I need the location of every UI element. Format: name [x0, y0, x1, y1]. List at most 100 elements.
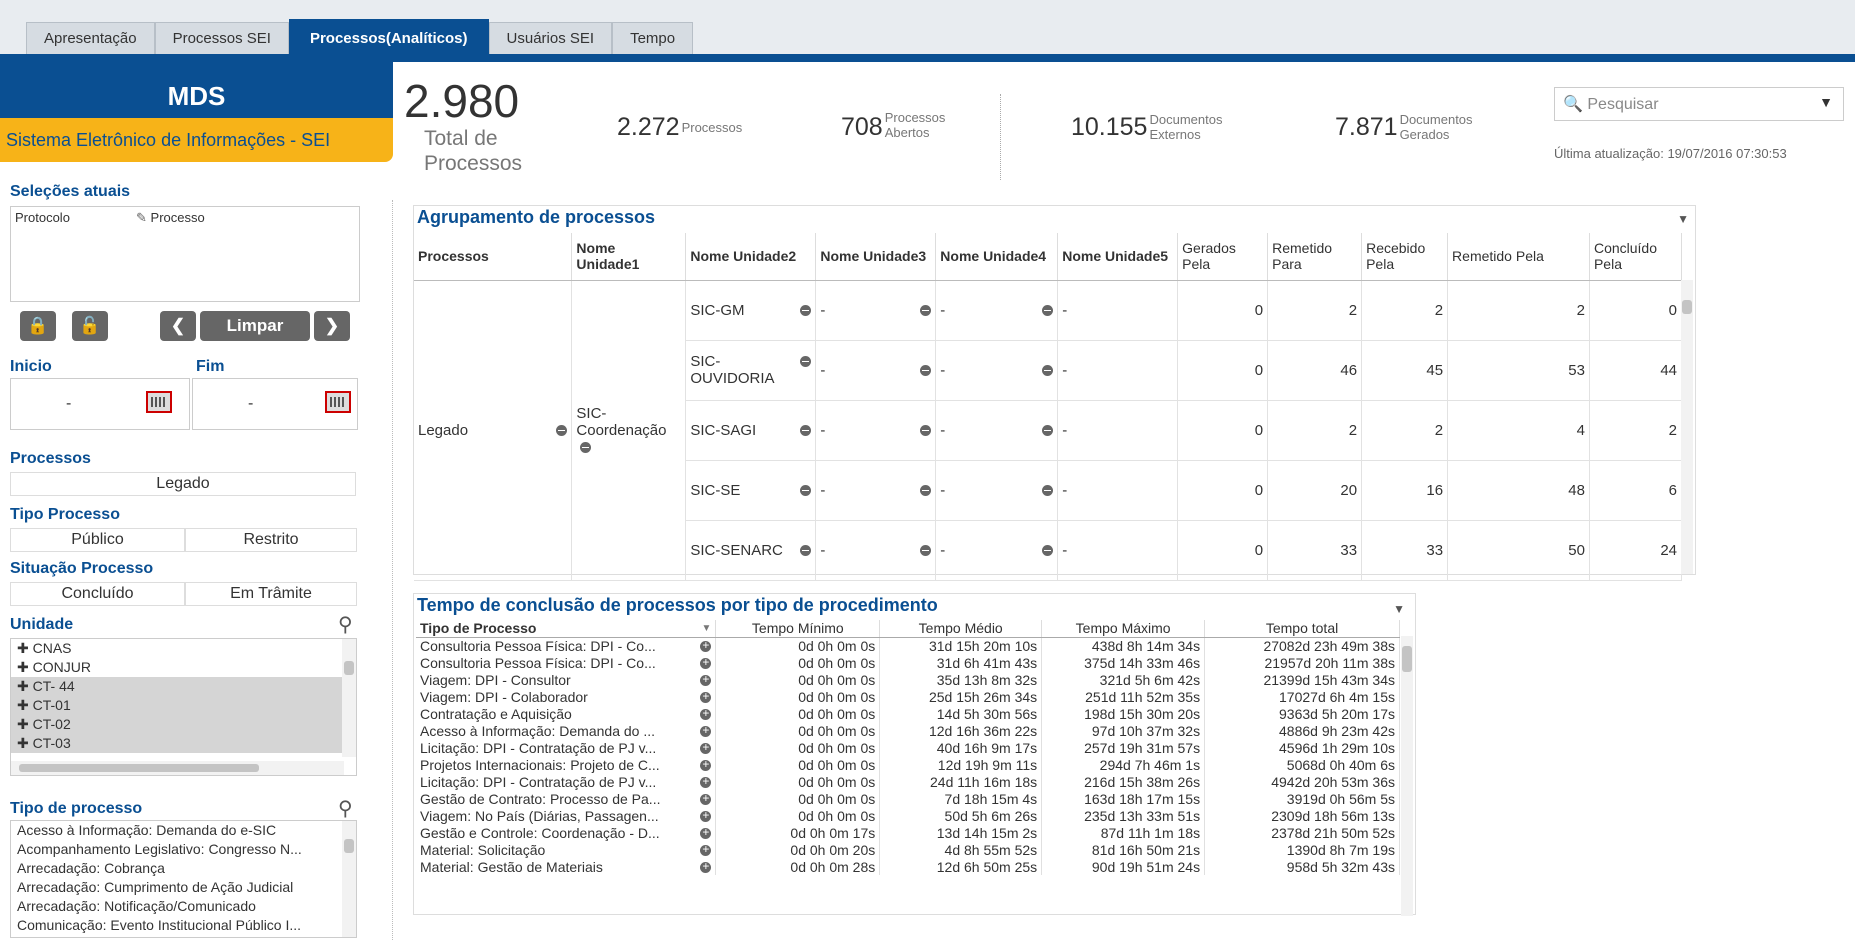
list-item[interactable]: ✚ CNAS: [11, 639, 356, 658]
collapse-icon[interactable]: [800, 304, 812, 316]
expand-icon[interactable]: [700, 723, 712, 737]
expand-icon[interactable]: [700, 842, 712, 856]
table-row[interactable]: Gestão de Contrato: Processo de Pa... 0d …: [416, 790, 1400, 807]
unidade3-cell[interactable]: -: [815, 460, 937, 521]
table-row[interactable]: Contratação e Aquisição 0d 0h 0m 0s14d 5h…: [416, 705, 1400, 722]
unidade4-cell[interactable]: -: [935, 280, 1059, 341]
expand-icon[interactable]: [700, 655, 712, 669]
column-header[interactable]: Recebido Pela: [1361, 233, 1449, 281]
column-header[interactable]: Nome Unidade4: [935, 233, 1059, 281]
collapse-icon[interactable]: [920, 484, 932, 496]
list-item[interactable]: ✚ CT-02: [11, 715, 356, 734]
table-row[interactable]: Consultoria Pessoa Física: DPI - Co... 0d…: [416, 637, 1400, 654]
list-item[interactable]: Comunicação: Evento Institucional Públic…: [11, 916, 356, 935]
clear-button[interactable]: Limpar: [200, 311, 310, 341]
unidade5-cell[interactable]: -: [1057, 280, 1179, 341]
unidade5-cell[interactable]: -: [1057, 460, 1179, 521]
table-row[interactable]: Licitação: DPI - Contratação de PJ v... 0…: [416, 739, 1400, 756]
unidade5-cell[interactable]: -: [1057, 400, 1179, 461]
table-row[interactable]: Viagem: DPI - Consultor 0d 0h 0m 0s35d 13…: [416, 671, 1400, 688]
column-header[interactable]: Tipo de Processo ▼: [416, 620, 717, 638]
list-item[interactable]: ✚ CT-01: [11, 696, 356, 715]
tab-apresentacao[interactable]: Apresentação: [26, 22, 155, 54]
column-header[interactable]: Processos: [414, 233, 573, 281]
collapse-icon[interactable]: [1042, 544, 1054, 556]
panel-menu-icon[interactable]: ▼: [1677, 212, 1689, 226]
collapse-icon[interactable]: [800, 484, 812, 496]
column-header[interactable]: Nome Unidade2: [685, 233, 817, 281]
expand-icon[interactable]: [700, 672, 712, 686]
column-header[interactable]: Concluído Pela: [1589, 233, 1683, 281]
lock-button[interactable]: 🔒: [20, 311, 56, 341]
unidade4-cell[interactable]: -: [935, 460, 1059, 521]
unidade2-cell[interactable]: SIC-SENARC: [685, 520, 817, 581]
unidade1-cell[interactable]: SIC-Coordenação: [571, 280, 687, 581]
table-row[interactable]: Viagem: No País (Diárias, Passagen... 0d …: [416, 807, 1400, 824]
unidade3-cell[interactable]: -: [815, 400, 937, 461]
column-header[interactable]: Gerados Pela: [1177, 233, 1269, 281]
filter-tipo-publico[interactable]: Público: [10, 528, 185, 552]
start-date-field[interactable]: -: [10, 378, 190, 430]
search-icon[interactable]: ⚲: [338, 796, 353, 821]
tab-tempo[interactable]: Tempo: [612, 22, 694, 54]
collapse-icon[interactable]: [1042, 304, 1054, 316]
selection-value[interactable]: ✎ Processo: [136, 210, 205, 226]
scrollbar-thumb[interactable]: [1682, 300, 1692, 314]
collapse-icon[interactable]: [920, 304, 932, 316]
scrollbar-thumb[interactable]: [344, 661, 354, 675]
collapse-icon[interactable]: [1042, 424, 1054, 436]
panel-menu-icon[interactable]: ▼: [1393, 602, 1405, 616]
collapse-icon[interactable]: [1042, 364, 1054, 376]
scrollbar-thumb[interactable]: [1402, 646, 1412, 672]
column-header[interactable]: Tempo Médio: [879, 620, 1043, 638]
collapse-icon[interactable]: [920, 544, 932, 556]
unidade5-cell[interactable]: -: [1057, 520, 1179, 581]
scrollbar[interactable]: [342, 821, 356, 937]
scrollbar-thumb[interactable]: [19, 764, 259, 772]
collapse-icon[interactable]: [1042, 484, 1054, 496]
unidade2-cell[interactable]: SIC-SAGI: [685, 400, 817, 461]
filter-processos-legado[interactable]: Legado: [10, 472, 356, 496]
unidade3-cell[interactable]: -: [815, 280, 937, 341]
column-header[interactable]: Tempo total: [1204, 620, 1400, 638]
table-row[interactable]: Gestão e Controle: Coordenação - D... 0d …: [416, 824, 1400, 841]
unidade3-cell[interactable]: -: [815, 520, 937, 581]
processo-cell[interactable]: Legado: [414, 280, 573, 581]
expand-icon[interactable]: [700, 757, 712, 771]
forward-button[interactable]: ❯: [314, 311, 350, 341]
list-item[interactable]: Arrecadação: Cumprimento de Ação Judicia…: [11, 878, 356, 897]
filter-situacao-em-tramite[interactable]: Em Trâmite: [185, 582, 357, 606]
unidade4-cell[interactable]: -: [935, 520, 1059, 581]
expand-icon[interactable]: [700, 706, 712, 720]
dropdown-arrow-icon[interactable]: ▼: [1819, 94, 1833, 110]
collapse-icon[interactable]: [800, 424, 812, 436]
column-header[interactable]: Tempo Mínimo: [715, 620, 881, 638]
unidade4-cell[interactable]: -: [935, 400, 1059, 461]
expand-icon[interactable]: [700, 859, 712, 873]
scrollbar[interactable]: [1401, 636, 1413, 916]
table-row[interactable]: Viagem: DPI - Colaborador 0d 0h 0m 0s25d …: [416, 688, 1400, 705]
column-header[interactable]: Tempo Máximo: [1041, 620, 1206, 638]
column-header[interactable]: Nome Unidade1: [571, 233, 687, 281]
expand-icon[interactable]: [700, 791, 712, 805]
list-item[interactable]: ✚ CONJUR: [11, 658, 356, 677]
tab-processos-sei[interactable]: Processos SEI: [154, 22, 289, 54]
table-row[interactable]: Acesso à Informação: Demanda do ... 0d 0h…: [416, 722, 1400, 739]
unidade4-cell[interactable]: -: [935, 340, 1059, 401]
collapse-icon[interactable]: [800, 544, 812, 556]
filter-situacao-concluido[interactable]: Concluído: [10, 582, 185, 606]
horizontal-scrollbar[interactable]: [11, 761, 344, 775]
scrollbar[interactable]: [1681, 280, 1693, 574]
collapse-icon[interactable]: [556, 424, 568, 436]
table-row[interactable]: Material: Gestão de Materiais 0d 0h 0m 28…: [416, 858, 1400, 875]
list-item[interactable]: Acesso à Informação: Demanda do e-SIC: [11, 821, 356, 840]
collapse-icon[interactable]: [580, 442, 592, 454]
tab-processos-analiticos[interactable]: Processos(Analíticos): [288, 19, 489, 54]
expand-icon[interactable]: [700, 689, 712, 703]
list-item[interactable]: ✚ CT-03: [11, 734, 356, 753]
table-row[interactable]: Projetos Internacionais: Projeto de C...…: [416, 756, 1400, 773]
calendar-icon[interactable]: [146, 391, 172, 413]
unlock-button[interactable]: 🔓: [72, 311, 108, 341]
unidade3-cell[interactable]: -: [815, 340, 937, 401]
expand-icon[interactable]: [700, 638, 712, 652]
